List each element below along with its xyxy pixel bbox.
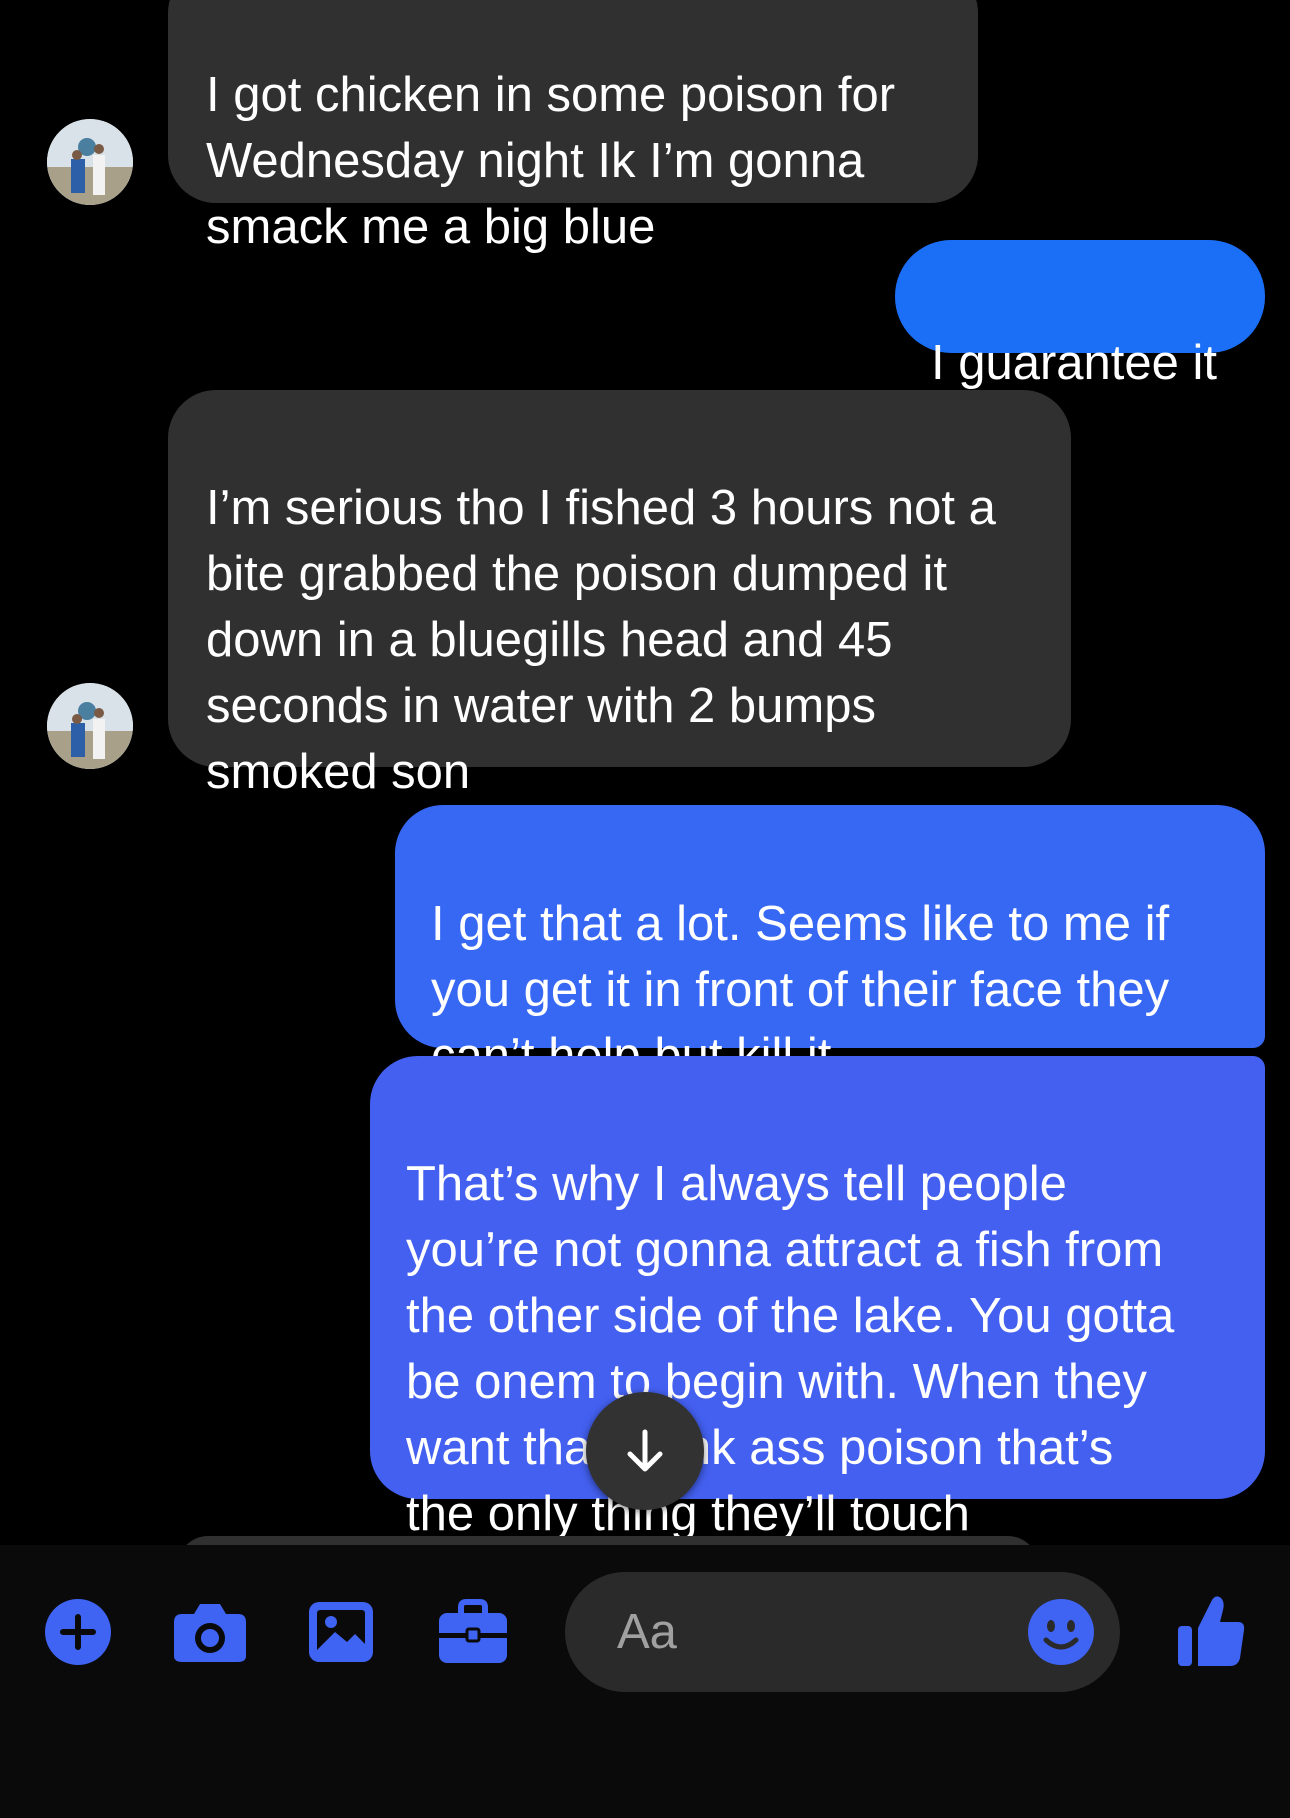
- camera-button[interactable]: [172, 1598, 248, 1666]
- thumbs-up-icon: [1178, 1596, 1245, 1666]
- message-text: I’m serious tho I fished 3 hours not a b…: [206, 481, 996, 799]
- avatar-photo-icon: [47, 683, 133, 769]
- message-text: I guarantee it: [931, 336, 1218, 390]
- outgoing-message[interactable]: That’s why I always tell people you’re n…: [370, 1056, 1265, 1541]
- emoji-button[interactable]: [1027, 1598, 1095, 1666]
- composer-bar: Aa: [0, 1545, 1290, 1818]
- message-input-placeholder: Aa: [617, 1605, 677, 1659]
- thumbs-up-button[interactable]: [1175, 1593, 1247, 1669]
- emoji-icon: [1028, 1599, 1094, 1665]
- contact-avatar[interactable]: [47, 119, 133, 205]
- incoming-message[interactable]: I’m serious tho I fished 3 hours not a b…: [168, 390, 1071, 799]
- message-text: That’s why I always tell people you’re n…: [406, 1157, 1175, 1541]
- gallery-button[interactable]: [307, 1598, 375, 1666]
- image-icon: [309, 1602, 373, 1662]
- message-thread[interactable]: I got chicken in some poison for Wednesd…: [0, 0, 1290, 1545]
- message-text: I got chicken in some poison for Wednesd…: [206, 68, 896, 254]
- camera-icon: [174, 1604, 246, 1662]
- plus-button[interactable]: [44, 1598, 112, 1666]
- outgoing-message[interactable]: I guarantee it: [895, 240, 1265, 390]
- contact-avatar[interactable]: [47, 683, 133, 769]
- briefcase-icon: [439, 1599, 507, 1663]
- avatar-photo-icon: [47, 119, 133, 205]
- outgoing-message[interactable]: I get that a lot. Seems like to me if yo…: [395, 805, 1265, 1083]
- incoming-message-partial[interactable]: [178, 1536, 1038, 1545]
- incoming-message[interactable]: I got chicken in some poison for Wednesd…: [168, 0, 978, 254]
- plus-icon: [45, 1599, 111, 1665]
- scroll-to-bottom-button[interactable]: [586, 1392, 704, 1510]
- arrow-down-icon: [627, 1429, 663, 1472]
- message-input[interactable]: Aa: [565, 1572, 1120, 1692]
- briefcase-button[interactable]: [437, 1598, 509, 1666]
